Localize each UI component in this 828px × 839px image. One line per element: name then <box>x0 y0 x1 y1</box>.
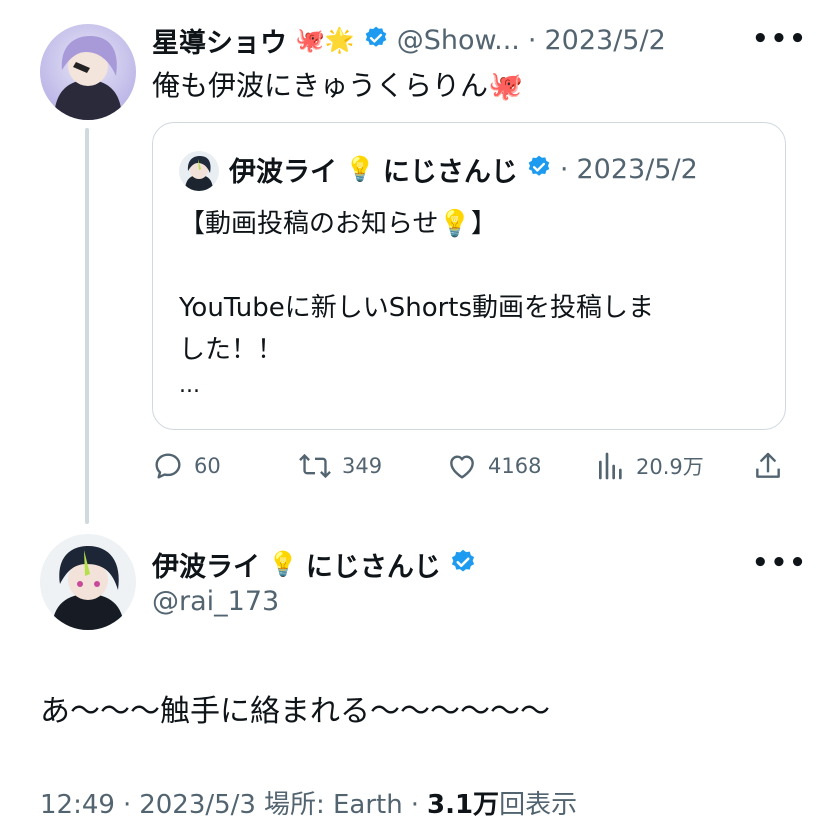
like-button[interactable]: 4168 <box>446 450 541 482</box>
tweet-date[interactable]: 2023/5/3 <box>139 790 256 820</box>
like-count: 4168 <box>488 454 542 478</box>
reply-count: 60 <box>194 454 221 478</box>
views-count: 20.9万 <box>636 455 704 479</box>
author-emoji: 💡 <box>268 550 298 578</box>
meta-separator: · <box>410 790 419 820</box>
more-icon[interactable]: ••• <box>752 548 808 578</box>
views-count: 3.1万 <box>427 790 500 820</box>
quoted-date: 2023/5/2 <box>576 153 698 185</box>
author-emoji: 🐙🌟 <box>295 26 355 54</box>
avatar-show[interactable] <box>40 24 136 120</box>
verified-badge-icon <box>449 548 477 580</box>
share-icon[interactable] <box>752 450 784 486</box>
views-label: 回表示 <box>499 790 578 820</box>
tweet-time[interactable]: 12:49 <box>40 790 115 820</box>
retweet-count: 349 <box>342 454 383 478</box>
quoted-line-4: ... <box>179 373 200 398</box>
tweet-text: あ〜〜〜触手に絡まれる〜〜〜〜〜〜 <box>40 694 550 729</box>
thread-line <box>85 128 89 524</box>
reply-button[interactable]: 60 <box>152 450 221 482</box>
meta-separator: · <box>122 790 132 820</box>
retweet-icon <box>298 450 332 482</box>
author-name[interactable]: 伊波ライ <box>152 545 260 584</box>
verified-badge-icon <box>526 154 552 184</box>
quoted-author-emoji: 💡 <box>345 155 375 183</box>
reply-icon <box>152 450 184 482</box>
views-icon <box>596 450 626 482</box>
more-icon[interactable]: ••• <box>752 24 808 54</box>
author-handle[interactable]: @Show... <box>397 25 520 56</box>
verified-badge-icon <box>363 25 389 55</box>
quoted-author-suffix: にじさんじ <box>382 156 518 188</box>
retweet-button[interactable]: 349 <box>298 450 382 482</box>
quoted-line-1: 【動画投稿のお知らせ💡】 <box>179 209 497 239</box>
like-icon <box>446 450 478 482</box>
quoted-line-2: YouTubeに新しいShorts動画を投稿しま <box>179 293 655 323</box>
tweet-location: 場所: Earth <box>263 790 403 820</box>
views-button[interactable]: 20.9万 <box>596 450 704 482</box>
quoted-line-3: した！！ <box>179 335 284 365</box>
quoted-tweet-card[interactable]: 伊波ライ 💡 にじさんじ · 2023/5/2 【動画投稿のお知らせ💡】 You… <box>152 122 786 430</box>
quoted-avatar <box>179 151 219 191</box>
tweet-text: 俺も伊波にきゅうくらりん🐙 <box>152 69 523 102</box>
author-handle[interactable]: @rai_173 <box>152 586 279 617</box>
tweet-date[interactable]: 2023/5/2 <box>544 25 665 56</box>
meta-separator: · <box>527 24 537 56</box>
author-name[interactable]: 星導ショウ <box>152 21 287 60</box>
avatar-rai[interactable] <box>40 534 136 630</box>
author-suffix[interactable]: にじさんじ <box>306 545 441 584</box>
quoted-meta-separator: · <box>559 153 569 185</box>
quoted-author-name: 伊波ライ <box>229 156 337 188</box>
